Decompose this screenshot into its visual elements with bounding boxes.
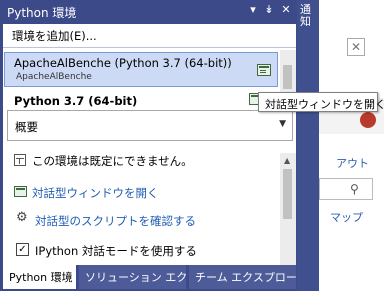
details-scrollbar-thumb[interactable] [283, 169, 292, 219]
search-icon[interactable]: ⚲ [350, 182, 359, 196]
divider [3, 47, 296, 48]
notification-tab-label[interactable]: 通知 [300, 4, 316, 28]
close-icon[interactable]: ✕ [347, 38, 365, 56]
pin-button[interactable]: ↡ [262, 3, 276, 16]
close-button[interactable]: ✕ [279, 3, 293, 16]
explore-scripts-link[interactable]: 対話型のスクリプトを確認する [35, 213, 196, 229]
background-link-map[interactable]: マップ [330, 209, 363, 225]
panel-title: Python 環境 [7, 6, 77, 20]
background-search-input[interactable] [319, 178, 373, 200]
interactive-window-icon[interactable] [257, 64, 271, 76]
ipython-mode-checkbox[interactable]: ✓ [16, 243, 29, 256]
view-select-value: 概要 [15, 120, 38, 134]
tooltip: 対話型ウィンドウを開く [258, 92, 384, 112]
bottom-tab-strip: Python 環境 ソリューション エク... チーム エクスプロー... [0, 265, 297, 291]
scrollbar-thumb[interactable] [283, 65, 292, 89]
tab-team-explorer[interactable]: チーム エクスプロー... [189, 265, 296, 289]
notification-side-tab[interactable] [297, 0, 319, 291]
scroll-up-icon[interactable]: ▲ [284, 156, 290, 165]
gear-icon: ⚙ [16, 210, 28, 225]
avatar[interactable] [360, 112, 376, 128]
chevron-down-icon: ▼ [279, 119, 286, 129]
add-environment-link[interactable]: 環境を追加(E)... [3, 24, 296, 47]
environment-details-title: Python 3.7 (64-bit) [14, 94, 138, 108]
window-menu-button[interactable]: ▾ [246, 3, 260, 16]
not-default-message: この環境は既定にできません。 [32, 154, 193, 168]
python-environments-panel: Python 環境 ▾ ↡ ✕ 環境を追加(E)... ApacheAlBenc… [0, 0, 297, 291]
interactive-window-icon [14, 186, 27, 197]
info-box-icon [14, 154, 26, 166]
panel-titlebar: Python 環境 ▾ ↡ ✕ [0, 0, 297, 24]
panel-content: 環境を追加(E)... ApacheAlBenche (Python 3.7 (… [3, 24, 296, 265]
environment-subtitle: ApacheAlBenche [16, 72, 92, 82]
open-interactive-window-link[interactable]: 対話型ウィンドウを開く [32, 185, 159, 201]
environment-list-item[interactable]: ApacheAlBenche (Python 3.7 (64-bit)) Apa… [4, 52, 278, 87]
ipython-mode-label[interactable]: IPython 対話モードを使用する [35, 243, 197, 259]
tab-solution-explorer[interactable]: ソリューション エク... [79, 265, 186, 289]
tab-python-environments[interactable]: Python 環境 [3, 265, 76, 289]
background-link-out[interactable]: アウト [336, 155, 369, 171]
environment-name: ApacheAlBenche (Python 3.7 (64-bit)) [14, 56, 232, 70]
view-select[interactable]: 概要 ▼ [7, 110, 293, 141]
